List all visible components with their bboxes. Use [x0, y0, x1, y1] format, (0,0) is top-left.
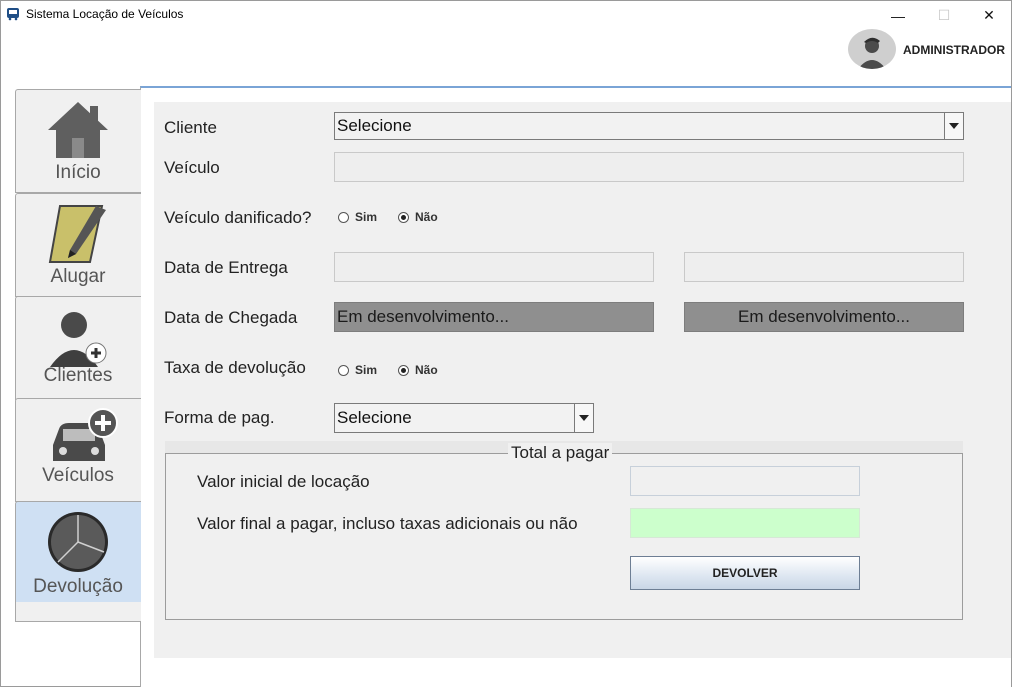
tab-alugar[interactable]: Alugar [15, 193, 141, 297]
title-bar: Sistema Locação de Veículos — ☐ ✕ [1, 1, 1011, 31]
tab-label-clientes: Clientes [43, 365, 113, 386]
entrega-date-field[interactable] [334, 252, 654, 282]
cliente-select[interactable]: Selecione [334, 112, 964, 140]
taxa-nao-label: Não [415, 363, 438, 377]
close-button[interactable]: ✕ [966, 1, 1012, 30]
chevron-down-icon[interactable] [574, 404, 593, 432]
pagamento-select-value: Selecione [337, 408, 412, 427]
chevron-down-icon[interactable] [944, 113, 963, 139]
radio-checked-icon [398, 211, 409, 223]
cliente-select-value: Selecione [337, 116, 412, 135]
danificado-nao-radio[interactable]: Não [398, 210, 438, 224]
taxa-label: Taxa de devolução [164, 358, 306, 377]
radio-unchecked-icon [338, 364, 349, 376]
totals-title: Total a pagar [508, 443, 613, 463]
tab-inicio[interactable]: Início [15, 89, 141, 193]
valor-final-field[interactable] [630, 508, 860, 538]
add-car-icon [53, 408, 118, 461]
taxa-sim-label: Sim [355, 363, 378, 377]
cliente-label: Cliente [164, 118, 217, 137]
veiculo-field[interactable] [334, 152, 964, 182]
tab-veiculos[interactable]: Veículos [15, 398, 141, 502]
chegada-time-field[interactable]: Em desenvolvimento... [684, 302, 964, 332]
devolver-button[interactable]: DEVOLVER [630, 556, 860, 590]
danificado-sim-label: Sim [355, 210, 378, 224]
tab-label-devolucao: Devolução [33, 576, 123, 597]
tab-strip-end [15, 602, 141, 622]
danificado-sim-radio[interactable]: Sim [338, 210, 377, 224]
tab-label-inicio: Início [55, 162, 101, 183]
veiculo-label: Veículo [164, 158, 220, 177]
window-title: Sistema Locação de Veículos [26, 7, 184, 21]
valor-inicial-field[interactable] [630, 466, 860, 496]
minimize-button[interactable]: — [875, 1, 921, 30]
taxa-nao-radio[interactable]: Não [398, 363, 438, 377]
entrega-time-field[interactable] [684, 252, 964, 282]
chegada-label: Data de Chegada [164, 308, 298, 327]
taxa-sim-radio[interactable]: Sim [338, 363, 377, 377]
tab-label-veiculos: Veículos [42, 465, 114, 486]
avatar[interactable] [848, 29, 896, 69]
bus-icon [7, 8, 19, 21]
radio-checked-icon [398, 364, 409, 376]
danificado-nao-label: Não [415, 210, 438, 224]
pencil-paper-icon [48, 205, 106, 263]
pagamento-label: Forma de pag. [164, 408, 275, 427]
chegada-date-field[interactable]: Em desenvolvimento... [334, 302, 654, 332]
danificado-label: Veículo danificado? [164, 208, 312, 227]
maximize-button[interactable]: ☐ [921, 1, 967, 30]
add-user-icon [50, 312, 107, 367]
user-name: ADMINISTRADOR [903, 43, 1005, 57]
pie-chart-icon [48, 512, 108, 572]
tab-label-alugar: Alugar [50, 266, 106, 287]
valor-inicial-label: Valor inicial de locação [197, 472, 370, 491]
valor-final-label: Valor final a pagar, incluso taxas adici… [197, 514, 578, 533]
tab-devolucao[interactable]: Devolução [15, 501, 141, 605]
entrega-label: Data de Entrega [164, 258, 288, 277]
tab-clientes[interactable]: Clientes [15, 296, 141, 400]
pagamento-select[interactable]: Selecione [334, 403, 594, 433]
user-avatar-icon [858, 37, 886, 69]
home-icon [48, 102, 108, 158]
radio-unchecked-icon [338, 211, 349, 223]
